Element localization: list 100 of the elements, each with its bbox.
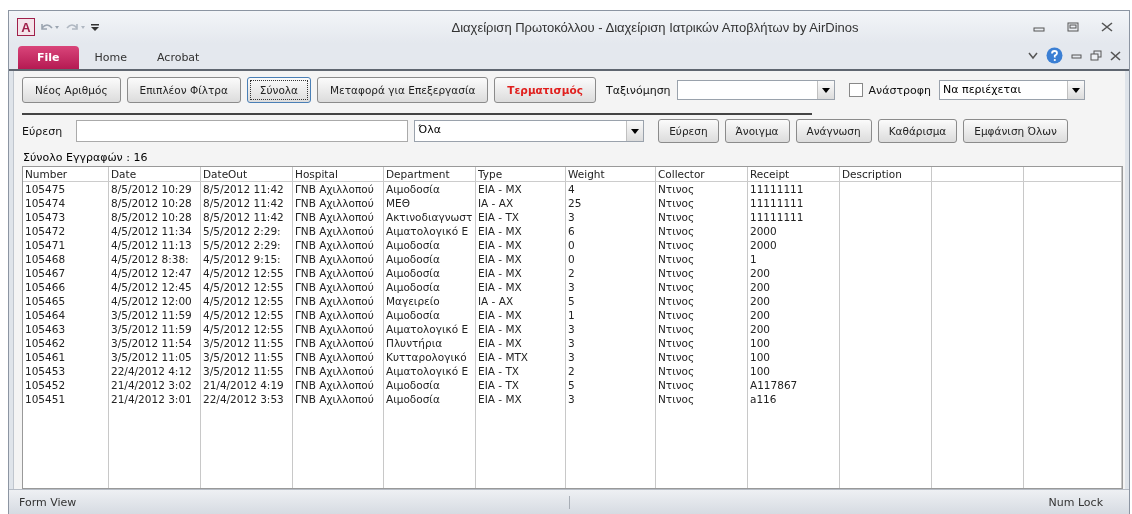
record-count: Σύνολο Εγγραφών : 16 <box>23 151 149 164</box>
table-cell: 105466 <box>25 281 66 293</box>
table-cell: 6 <box>568 225 575 237</box>
table-cell: 25 <box>568 197 582 209</box>
search-button[interactable]: Εύρεση <box>658 119 719 143</box>
column-header: Type <box>476 167 566 181</box>
minimize-icon[interactable] <box>1071 51 1082 60</box>
table-cell: 3 <box>568 323 575 335</box>
sort-dropdown[interactable] <box>676 80 835 100</box>
search-button[interactable]: Εμφάνιση Όλων <box>963 119 1068 143</box>
table-cell: 3 <box>568 393 575 405</box>
table-cell: 5 <box>568 295 575 307</box>
table-cell: 3/5/2012 11:55 <box>203 365 284 377</box>
table-cell: Αιμοδοσία <box>386 183 440 195</box>
search-label: Εύρεση <box>22 124 63 138</box>
table-cell: Πλυντήρια <box>386 337 443 349</box>
table-cell: 4/5/2012 12:55 <box>203 323 284 335</box>
search-field[interactable] <box>76 120 409 142</box>
match-dropdown[interactable]: Να περιέχεται <box>939 80 1086 100</box>
table-cell: 21/4/2012 3:02 <box>111 379 192 391</box>
table-cell: 105465 <box>25 295 66 307</box>
close-icon[interactable] <box>1101 22 1113 32</box>
table-cell: 5/5/2012 2:29: <box>203 239 281 251</box>
table-cell: 0 <box>568 239 575 251</box>
table-cell: 100 <box>750 337 771 349</box>
app-icon[interactable]: A <box>17 18 35 36</box>
table-cell: 11111111 <box>750 211 804 223</box>
table-cell: 4 <box>568 183 575 195</box>
table-cell: 22/4/2012 4:12 <box>111 365 192 377</box>
table-cell: ΓΝΒ Αχιλλοπού <box>295 351 374 363</box>
ribbon-tab[interactable]: Acrobat <box>143 46 214 69</box>
table-cell: 3/5/2012 11:54 <box>111 337 192 349</box>
table-cell: Ντινος <box>658 309 695 321</box>
undo-icon[interactable] <box>39 21 61 33</box>
table-cell: 100 <box>750 365 771 377</box>
table-cell: ΕΙΑ - ΜΧ <box>478 281 522 293</box>
table-cell: 200 <box>750 295 771 307</box>
sort-label: Ταξινόμηση <box>605 83 671 97</box>
table-cell: 3/5/2012 11:59 <box>111 323 192 335</box>
table-cell: 4/5/2012 9:15: <box>203 253 281 265</box>
table-cell: 2 <box>568 267 575 279</box>
checkbox-label: Ανάστροφη <box>868 83 932 97</box>
table-cell: Ντινος <box>658 337 695 349</box>
table-cell: Αιματολογικό Ε <box>386 323 469 335</box>
table-cell: ΕΙΑ - ΤΧ <box>478 211 519 223</box>
scope-dropdown[interactable]: Όλα <box>414 120 645 142</box>
table-cell: 105475 <box>25 183 66 195</box>
ribbon-tab[interactable]: File <box>18 46 79 69</box>
table-cell: 2000 <box>750 239 777 251</box>
maximize-icon[interactable] <box>1067 22 1079 32</box>
search-button[interactable]: Ανάγνωση <box>795 119 872 143</box>
table-cell: Αιμοδοσία <box>386 267 440 279</box>
table-cell: Κυτταρολογικό <box>386 351 467 363</box>
restore-icon[interactable] <box>1090 50 1102 61</box>
form-button[interactable]: Σύνολα <box>246 77 311 103</box>
column-header: Date <box>109 167 201 181</box>
close-icon[interactable] <box>1110 50 1121 61</box>
table-cell: 4/5/2012 12:45 <box>111 281 192 293</box>
search-button[interactable]: Καθάρισμα <box>877 119 958 143</box>
table-cell: 8/5/2012 11:42 <box>203 211 284 223</box>
table-cell: ΓΝΒ Αχιλλοπού <box>295 337 374 349</box>
ribbon-collapse-icon[interactable] <box>1028 51 1038 60</box>
form-button[interactable]: Νέος Αριθμός <box>22 77 121 103</box>
table-cell: 2 <box>568 365 575 377</box>
table-cell: 200 <box>750 267 771 279</box>
column-header: Description <box>840 167 932 181</box>
table-cell: ΕΙΑ - ΜΤΧ <box>478 351 529 363</box>
search-button[interactable]: Άνοιγμα <box>724 119 790 143</box>
table-cell: ΕΙΑ - ΜΧ <box>478 183 522 195</box>
table-cell: 2000 <box>750 225 777 237</box>
table-cell: Αιμοδοσία <box>386 253 440 265</box>
table-cell: 105461 <box>25 351 66 363</box>
table-cell: Ντινος <box>658 183 695 195</box>
customize-icon[interactable] <box>91 22 99 32</box>
table-cell: 1 <box>750 253 757 265</box>
form-button[interactable]: Επιπλέον Φίλτρα <box>126 77 241 103</box>
checkbox[interactable] <box>848 83 863 97</box>
column-header: Department <box>384 167 476 181</box>
table-cell: ΜΕΘ <box>386 197 410 209</box>
table-cell: ΕΙΑ - ΜΧ <box>478 309 522 321</box>
records-list[interactable] <box>22 166 1123 489</box>
table-cell: Μαγειρείο <box>386 295 440 307</box>
form-button[interactable]: Μεταφορά για Επεξεργασία <box>317 77 489 103</box>
table-cell: 3 <box>568 351 575 363</box>
table-cell: ΕΙΑ - ΤΧ <box>478 379 519 391</box>
ribbon-tab[interactable]: Home <box>80 46 141 69</box>
table-cell: Ντινος <box>658 267 695 279</box>
table-cell: ΓΝΒ Αχιλλοπού <box>295 239 374 251</box>
form-button[interactable]: Τερματισμός <box>494 77 596 103</box>
table-cell: ΓΝΒ Αχιλλοπού <box>295 253 374 265</box>
table-cell: Ντινος <box>658 365 695 377</box>
help-icon[interactable] <box>1046 47 1063 64</box>
table-cell: 5/5/2012 2:29: <box>203 225 281 237</box>
table-cell: 105471 <box>25 239 66 251</box>
table-cell: Α117867 <box>750 379 798 391</box>
table-cell: ΕΙΑ - ΜΧ <box>478 253 522 265</box>
table-cell: 8/5/2012 10:28 <box>111 211 192 223</box>
table-cell: 3 <box>568 337 575 349</box>
table-cell: 3 <box>568 281 575 293</box>
table-cell: 105453 <box>25 365 66 377</box>
